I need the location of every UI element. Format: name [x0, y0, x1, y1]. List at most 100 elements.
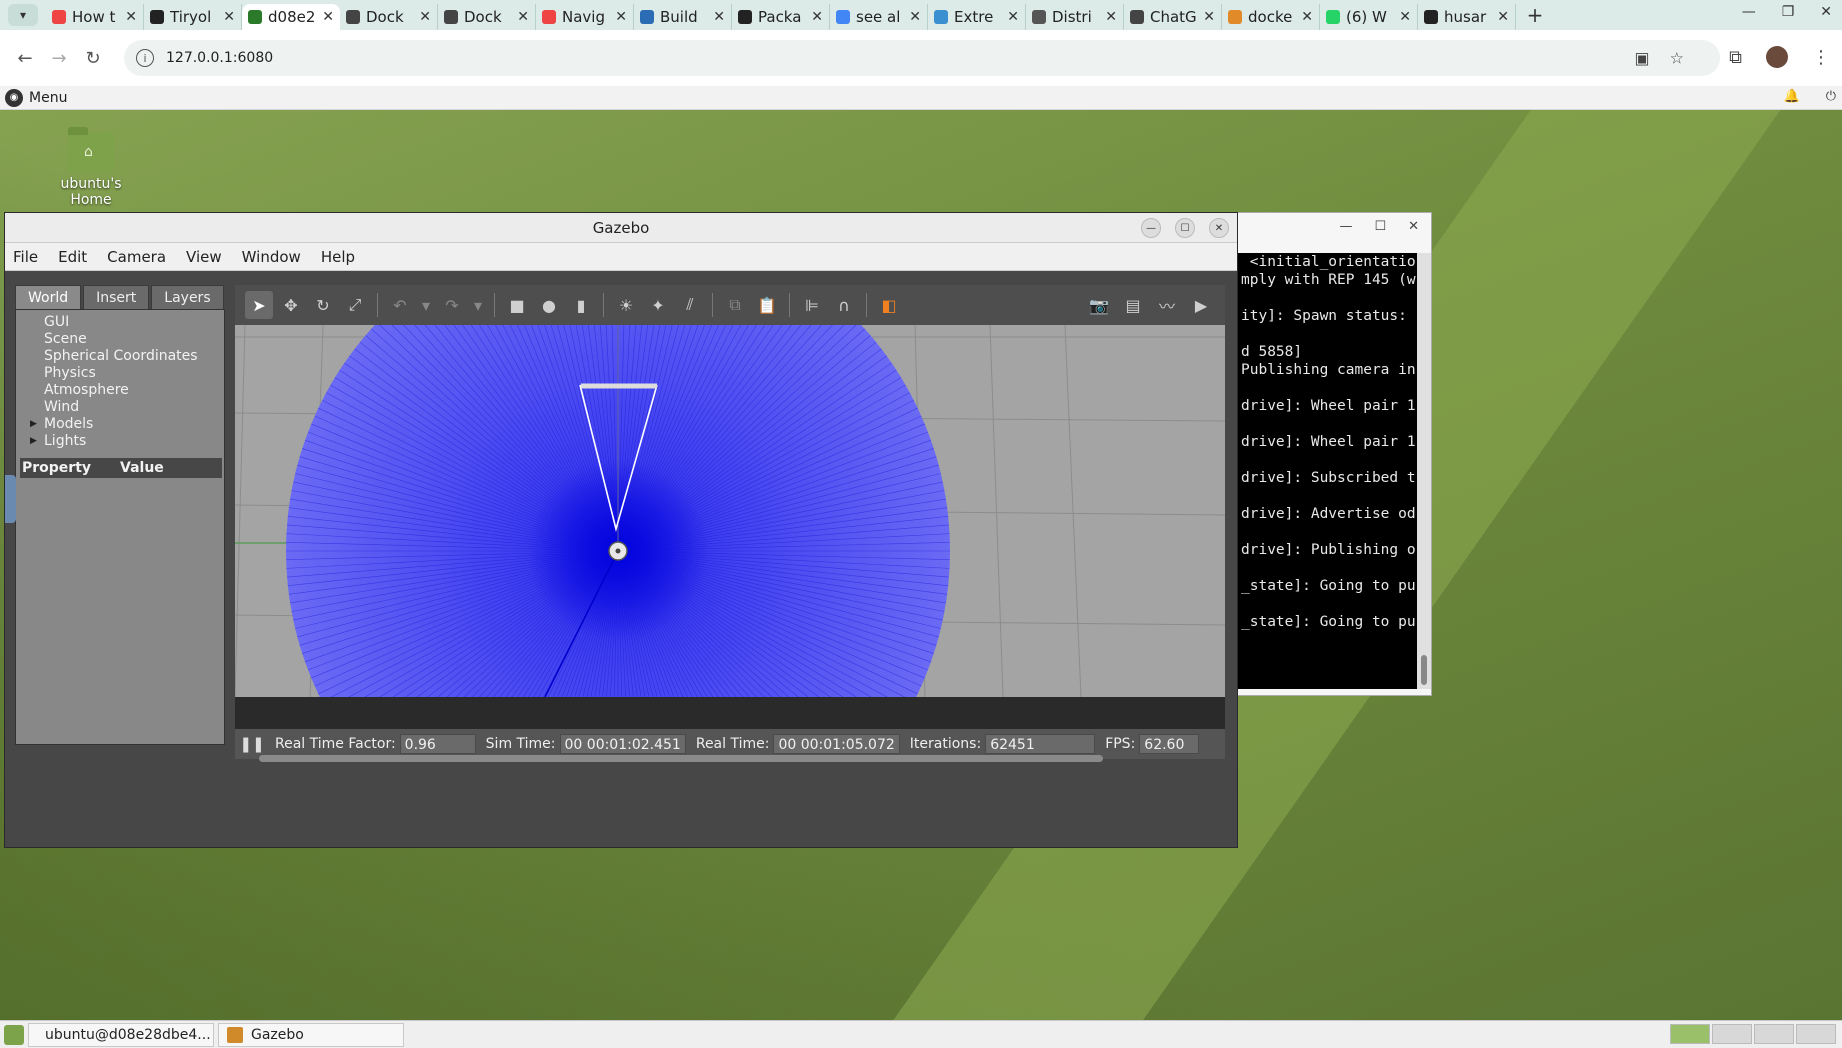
select-mode-icon[interactable]: ➤ [245, 291, 273, 319]
redo-icon[interactable]: ↷ [438, 291, 466, 319]
log-icon[interactable]: ▤ [1119, 291, 1147, 319]
expand-arrow-icon[interactable]: ▶ [30, 416, 37, 433]
gazebo-close-icon[interactable]: ✕ [1209, 218, 1229, 238]
menu-camera[interactable]: Camera [107, 248, 166, 266]
menu-view[interactable]: View [186, 248, 222, 266]
start-menu-icon[interactable] [4, 1024, 24, 1045]
copy-icon[interactable]: ⧉ [721, 291, 749, 319]
reload-icon[interactable]: ↻ [78, 48, 108, 69]
spot-light-icon[interactable]: ✦ [644, 291, 672, 319]
back-icon[interactable]: ← [10, 48, 40, 69]
browser-tab[interactable]: Navig ✕ [536, 4, 634, 30]
menu-help[interactable]: Help [321, 248, 355, 266]
tab-close-icon[interactable]: ✕ [811, 9, 823, 25]
rotate-mode-icon[interactable]: ↻ [309, 291, 337, 319]
forward-icon[interactable]: → [44, 48, 74, 69]
tab-search-button[interactable]: ▾ [8, 4, 38, 26]
site-info-icon[interactable]: i [136, 49, 154, 67]
scale-mode-icon[interactable]: ⤢ [341, 291, 369, 319]
browser-tab[interactable]: see al ✕ [830, 4, 928, 30]
taskbar-task[interactable]: Gazebo [218, 1022, 404, 1047]
3d-viewport[interactable] [235, 325, 1225, 697]
directional-light-icon[interactable]: ⫽ [676, 291, 704, 319]
restore-icon[interactable]: ❐ [1782, 4, 1795, 20]
browser-tab[interactable]: Tiryol ✕ [144, 4, 242, 30]
browser-tab[interactable]: Dock ✕ [340, 4, 438, 30]
tab-close-icon[interactable]: ✕ [223, 9, 235, 25]
tab-close-icon[interactable]: ✕ [1497, 9, 1509, 25]
home-folder-shortcut[interactable]: ⌂ ubuntu's Home [38, 127, 144, 208]
cylinder-shape-icon[interactable]: ▮ [567, 291, 595, 319]
snap-magnet-icon[interactable]: ∩ [830, 291, 858, 319]
world-tree-item[interactable]: Physics [16, 365, 224, 382]
terminal-output[interactable]: <initial_orientatio mply with REP 145 (w i… [1237, 253, 1419, 689]
close-icon[interactable]: ✕ [1820, 4, 1832, 20]
translate-mode-icon[interactable]: ✥ [277, 291, 305, 319]
terminal-maximize-icon[interactable]: ☐ [1374, 219, 1386, 241]
box-shape-icon[interactable]: ■ [503, 291, 531, 319]
view-angle-icon[interactable]: ◧ [875, 291, 903, 319]
sphere-shape-icon[interactable]: ● [535, 291, 563, 319]
tab-layers[interactable]: Layers [151, 285, 224, 309]
browser-tab[interactable]: (6) W ✕ [1320, 4, 1418, 30]
tab-close-icon[interactable]: ✕ [517, 9, 529, 25]
world-tree-item[interactable]: Spherical Coordinates [16, 348, 224, 365]
desktop-menu-button[interactable]: Menu [29, 90, 67, 106]
terminal-minimize-icon[interactable]: — [1339, 219, 1352, 241]
menu-window[interactable]: Window [242, 248, 301, 266]
scene-canvas[interactable] [235, 325, 1225, 697]
tab-close-icon[interactable]: ✕ [1301, 9, 1313, 25]
profile-avatar[interactable] [1766, 46, 1788, 68]
screenshot-camera-icon[interactable]: 📷 [1085, 291, 1113, 319]
tab-close-icon[interactable]: ✕ [419, 9, 431, 25]
tab-close-icon[interactable]: ✕ [1203, 9, 1215, 25]
browser-tab[interactable]: Build ✕ [634, 4, 732, 30]
pause-icon[interactable]: ❚❚ [239, 735, 265, 753]
terminal-close-icon[interactable]: ✕ [1408, 219, 1419, 241]
notification-bell-icon[interactable]: 🔔 [1784, 89, 1800, 104]
desktop-logo-icon[interactable]: ◉ [5, 88, 23, 107]
tab-insert[interactable]: Insert [83, 285, 150, 309]
bookmark-star-icon[interactable]: ☆ [1670, 49, 1684, 68]
tab-world[interactable]: World [15, 285, 82, 309]
render-horizontal-scrollbar[interactable] [259, 755, 1103, 762]
browser-tab[interactable]: Extre ✕ [928, 4, 1026, 30]
tab-close-icon[interactable]: ✕ [322, 9, 334, 25]
workspace-4[interactable] [1796, 1024, 1836, 1044]
world-tree-item[interactable]: Scene [16, 331, 224, 348]
undo-icon[interactable]: ↶ [386, 291, 414, 319]
browser-tab[interactable]: d08e2 ✕ [242, 4, 340, 30]
tab-close-icon[interactable]: ✕ [615, 9, 627, 25]
power-icon[interactable]: ⏻ [1826, 89, 1836, 104]
taskbar-task[interactable]: ubuntu@d08e28dbe4... [28, 1022, 214, 1047]
world-tree-item[interactable]: Wind [16, 399, 224, 416]
panel-collapse-handle[interactable] [5, 475, 16, 523]
paste-icon[interactable]: 📋 [753, 291, 781, 319]
video-record-icon[interactable]: ▶ [1187, 291, 1215, 319]
tab-close-icon[interactable]: ✕ [909, 9, 921, 25]
workspace-1[interactable] [1670, 1024, 1710, 1044]
point-light-icon[interactable]: ☀ [612, 291, 640, 319]
tab-close-icon[interactable]: ✕ [125, 9, 137, 25]
browser-tab[interactable]: husar ✕ [1418, 4, 1516, 30]
align-icon[interactable]: ⊫ [798, 291, 826, 319]
workspace-2[interactable] [1712, 1024, 1752, 1044]
new-tab-button[interactable]: + [1520, 3, 1550, 27]
tab-close-icon[interactable]: ✕ [1007, 9, 1019, 25]
tab-close-icon[interactable]: ✕ [713, 9, 725, 25]
world-tree-item[interactable]: GUI [16, 314, 224, 331]
plot-icon[interactable]: 〰 [1153, 291, 1181, 319]
clipboard-icon[interactable]: ▣ [1635, 49, 1650, 68]
browser-tab[interactable]: Dock ✕ [438, 4, 536, 30]
menu-edit[interactable]: Edit [58, 248, 87, 266]
extensions-icon[interactable]: ⧉ [1729, 47, 1742, 68]
terminal-scrollbar[interactable] [1417, 253, 1431, 689]
world-tree-item[interactable]: ▶ Models [16, 416, 224, 433]
world-tree-item[interactable]: ▶ Lights [16, 433, 224, 450]
minimize-icon[interactable]: — [1742, 4, 1756, 20]
menu-file[interactable]: File [13, 248, 38, 266]
world-tree-item[interactable]: Atmosphere [16, 382, 224, 399]
tab-close-icon[interactable]: ✕ [1105, 9, 1117, 25]
expand-arrow-icon[interactable]: ▶ [30, 433, 37, 450]
browser-tab[interactable]: Packa ✕ [732, 4, 830, 30]
